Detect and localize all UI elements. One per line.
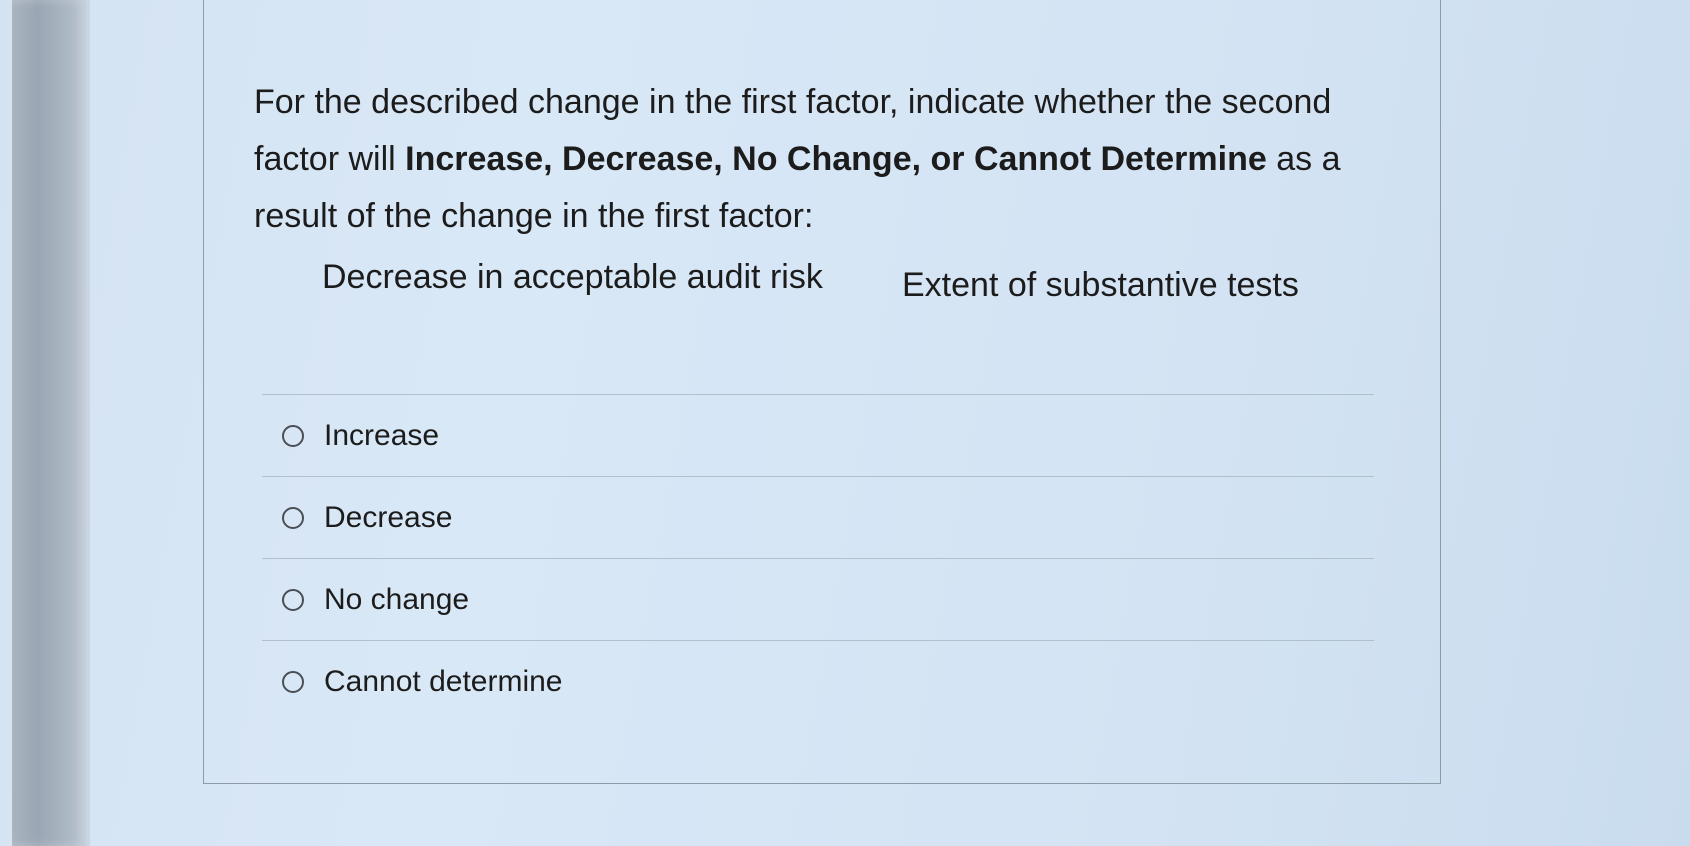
left-navigation-rail (12, 0, 86, 846)
option-label: Decrease (324, 500, 453, 534)
radio-button-icon[interactable] (282, 506, 304, 529)
option-increase[interactable]: Increase (262, 394, 1374, 476)
first-factor: Decrease in acceptable audit risk (322, 258, 823, 296)
rail-divider (86, 0, 90, 846)
answer-options: Increase Decrease No change Cannot deter… (262, 394, 1374, 722)
option-cannot-determine[interactable]: Cannot determine (262, 640, 1374, 722)
option-decrease[interactable]: Decrease (262, 476, 1374, 558)
option-label: Increase (324, 418, 440, 452)
question-card: For the described change in the first fa… (203, 0, 1441, 784)
prompt-answer-choices: Increase, Decrease, No Change, or Cannot… (405, 140, 1267, 178)
second-factor: Extent of substantive tests (902, 266, 1299, 304)
option-label: No change (324, 582, 470, 616)
option-no-change[interactable]: No change (262, 558, 1374, 640)
radio-button-icon[interactable] (282, 424, 304, 447)
radio-button-icon[interactable] (282, 588, 304, 611)
option-label: Cannot determine (324, 664, 563, 698)
question-prompt: For the described change in the first fa… (254, 74, 1394, 245)
radio-button-icon[interactable] (282, 670, 304, 693)
